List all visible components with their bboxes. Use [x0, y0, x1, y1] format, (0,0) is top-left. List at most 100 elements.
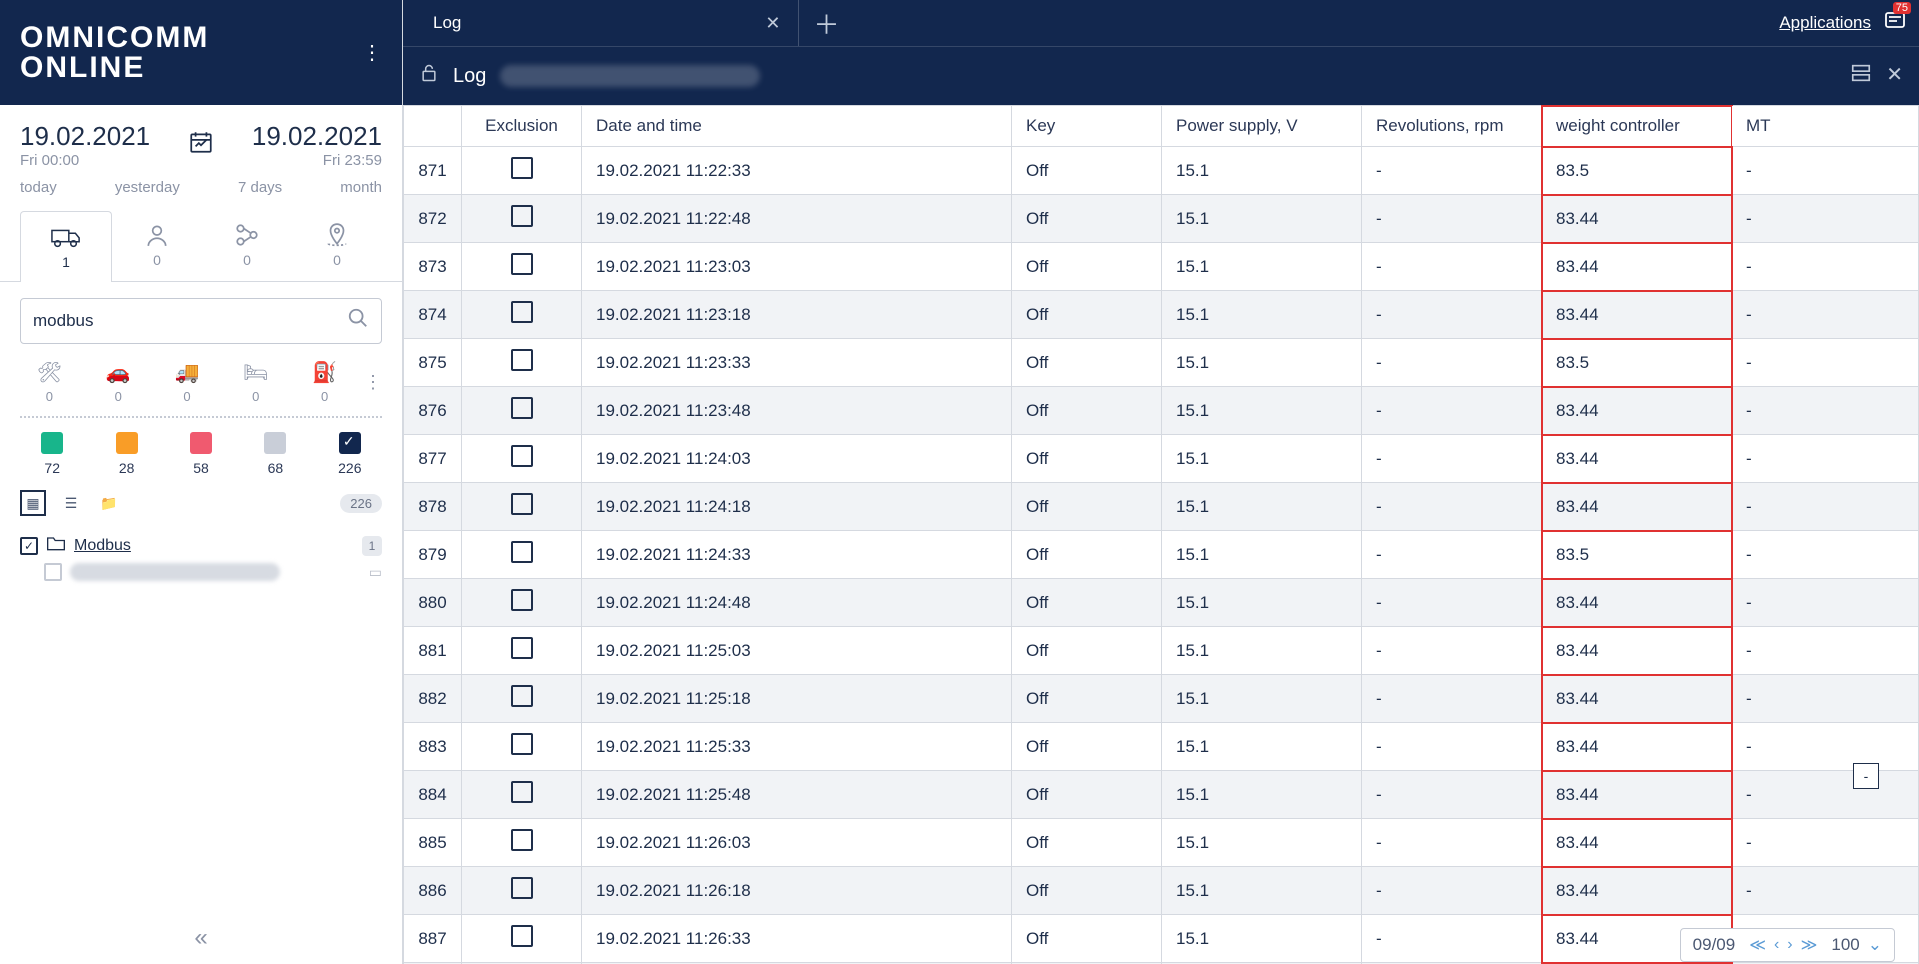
tree-leaf[interactable]: ▭ — [0, 563, 402, 581]
pager-last-icon[interactable]: ≫ — [1801, 935, 1818, 955]
tab-close-icon[interactable]: ✕ — [765, 13, 780, 34]
search-input[interactable] — [33, 311, 347, 331]
row-checkbox-icon[interactable] — [511, 445, 533, 467]
lock-icon[interactable] — [419, 62, 439, 90]
table-row[interactable]: 87819.02.2021 11:24:18Off15.1-83.44- — [404, 483, 1919, 531]
cell-exclusion[interactable] — [462, 243, 582, 291]
table-row[interactable]: 87519.02.2021 11:23:33Off15.1-83.5- — [404, 339, 1919, 387]
status-gray[interactable]: 68 — [243, 432, 307, 476]
calendar-icon[interactable] — [188, 129, 214, 161]
th-key[interactable]: Key — [1012, 106, 1162, 147]
pager-first-icon[interactable]: ≪ — [1749, 935, 1766, 955]
view-tree-icon[interactable]: 📁 — [96, 490, 122, 516]
table-row[interactable]: 87719.02.2021 11:24:03Off15.1-83.44- — [404, 435, 1919, 483]
vtype-fuel[interactable]: ⛽0 — [295, 360, 354, 404]
cell-exclusion[interactable] — [462, 195, 582, 243]
layout-icon[interactable] — [1850, 62, 1872, 90]
th-revolutions[interactable]: Revolutions, rpm — [1362, 106, 1542, 147]
tab-routes[interactable]: 0 — [202, 210, 292, 281]
row-checkbox-icon[interactable] — [511, 253, 533, 275]
tree-checkbox-icon[interactable]: ✓ — [20, 537, 38, 555]
table-row[interactable]: 87619.02.2021 11:23:48Off15.1-83.44- — [404, 387, 1919, 435]
cell-exclusion[interactable] — [462, 483, 582, 531]
add-tab-icon[interactable]: ＋ — [799, 5, 853, 42]
cell-exclusion[interactable] — [462, 291, 582, 339]
table-row[interactable]: 88219.02.2021 11:25:18Off15.1-83.44- — [404, 675, 1919, 723]
tree-leaf-checkbox[interactable] — [44, 563, 62, 581]
row-checkbox-icon[interactable] — [511, 781, 533, 803]
table-row[interactable]: 87919.02.2021 11:24:33Off15.1-83.5- — [404, 531, 1919, 579]
vtype-more-icon[interactable]: ⋮ — [364, 372, 382, 393]
row-checkbox-icon[interactable] — [511, 637, 533, 659]
cell-exclusion[interactable] — [462, 867, 582, 915]
cell-exclusion[interactable] — [462, 723, 582, 771]
th-datetime[interactable]: Date and time — [582, 106, 1012, 147]
range-yesterday[interactable]: yesterday — [115, 179, 180, 196]
table-row[interactable]: 88519.02.2021 11:26:03Off15.1-83.44- — [404, 819, 1919, 867]
notifications-icon[interactable]: 75 — [1883, 8, 1907, 38]
row-checkbox-icon[interactable] — [511, 685, 533, 707]
th-num[interactable] — [404, 106, 462, 147]
cell-exclusion[interactable] — [462, 627, 582, 675]
row-checkbox-icon[interactable] — [511, 397, 533, 419]
tab-vehicles[interactable]: 1 — [20, 211, 112, 282]
row-checkbox-icon[interactable] — [511, 493, 533, 515]
th-power[interactable]: Power supply, V — [1162, 106, 1362, 147]
row-checkbox-icon[interactable] — [511, 829, 533, 851]
view-grid-icon[interactable]: ▦ — [20, 490, 46, 516]
table-row[interactable]: 87319.02.2021 11:23:03Off15.1-83.44- — [404, 243, 1919, 291]
th-mt[interactable]: MT — [1732, 106, 1919, 147]
row-checkbox-icon[interactable] — [511, 541, 533, 563]
vtype-bed[interactable]: 🛏0 — [226, 360, 285, 404]
applications-link[interactable]: Applications — [1779, 13, 1871, 33]
cell-exclusion[interactable] — [462, 771, 582, 819]
pager-prev-icon[interactable]: ‹ — [1774, 936, 1779, 954]
table-row[interactable]: 87419.02.2021 11:23:18Off15.1-83.44- — [404, 291, 1919, 339]
float-minimize-icon[interactable]: - — [1853, 763, 1879, 789]
row-checkbox-icon[interactable] — [511, 157, 533, 179]
status-navy[interactable]: 226 — [318, 432, 382, 476]
table-row[interactable]: 87219.02.2021 11:22:48Off15.1-83.44- — [404, 195, 1919, 243]
tree-node-modbus[interactable]: ✓ Modbus 1 — [0, 528, 402, 563]
cell-exclusion[interactable] — [462, 387, 582, 435]
table-row[interactable]: 87119.02.2021 11:22:33Off15.1-83.5- — [404, 147, 1919, 195]
range-month[interactable]: month — [340, 179, 382, 196]
date-end[interactable]: 19.02.2021 Fri 23:59 — [252, 121, 382, 169]
th-exclusion[interactable]: Exclusion — [462, 106, 582, 147]
close-panel-icon[interactable]: ✕ — [1886, 62, 1903, 90]
vtype-car[interactable]: 🚗0 — [89, 360, 148, 404]
row-checkbox-icon[interactable] — [511, 589, 533, 611]
cell-exclusion[interactable] — [462, 531, 582, 579]
table-row[interactable]: 88419.02.2021 11:25:48Off15.1-83.44- — [404, 771, 1919, 819]
row-checkbox-icon[interactable] — [511, 925, 533, 947]
search-icon[interactable] — [347, 307, 369, 335]
cell-exclusion[interactable] — [462, 675, 582, 723]
th-weight-controller[interactable]: weight controller — [1542, 106, 1732, 147]
table-row[interactable]: 88119.02.2021 11:25:03Off15.1-83.44- — [404, 627, 1919, 675]
status-red[interactable]: 58 — [169, 432, 233, 476]
vtype-maintenance[interactable]: 🛠0 — [20, 360, 79, 404]
pager-size-dropdown-icon[interactable]: ⌄ — [1868, 935, 1882, 955]
date-start[interactable]: 19.02.2021 Fri 00:00 — [20, 121, 150, 169]
cell-exclusion[interactable] — [462, 147, 582, 195]
pager-next-icon[interactable]: › — [1787, 936, 1792, 954]
range-today[interactable]: today — [20, 179, 57, 196]
tab-drivers[interactable]: 0 — [112, 210, 202, 281]
cell-exclusion[interactable] — [462, 819, 582, 867]
cell-exclusion[interactable] — [462, 435, 582, 483]
row-checkbox-icon[interactable] — [511, 301, 533, 323]
status-green[interactable]: 72 — [20, 432, 84, 476]
status-orange[interactable]: 28 — [94, 432, 158, 476]
camera-icon[interactable]: ▭ — [369, 564, 382, 581]
cell-exclusion[interactable] — [462, 579, 582, 627]
table-row[interactable]: 88319.02.2021 11:25:33Off15.1-83.44- — [404, 723, 1919, 771]
table-row[interactable]: 88619.02.2021 11:26:18Off15.1-83.44- — [404, 867, 1919, 915]
tab-log[interactable]: Log ✕ — [415, 0, 799, 46]
brand-menu-icon[interactable]: ⋮ — [362, 40, 382, 65]
collapse-sidebar-icon[interactable]: « — [194, 924, 207, 952]
view-list-icon[interactable]: ☰ — [58, 490, 84, 516]
row-checkbox-icon[interactable] — [511, 877, 533, 899]
row-checkbox-icon[interactable] — [511, 205, 533, 227]
tab-geofences[interactable]: 0 — [292, 210, 382, 281]
cell-exclusion[interactable] — [462, 915, 582, 963]
